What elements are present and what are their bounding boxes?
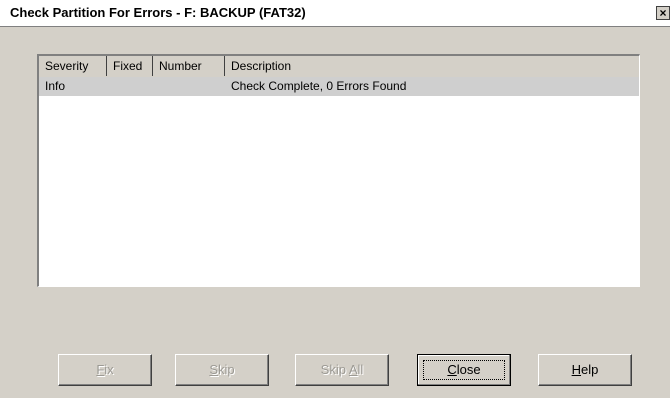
window-title: Check Partition For Errors - F: BACKUP (… bbox=[10, 5, 306, 20]
list-header: Severity Fixed Number Description bbox=[39, 56, 639, 78]
cell-description: Check Complete, 0 Errors Found bbox=[231, 79, 407, 93]
skip-all-button[interactable]: Skip All bbox=[295, 354, 389, 386]
close-icon[interactable]: × bbox=[656, 6, 670, 20]
cell-number bbox=[153, 77, 225, 96]
column-header-fixed[interactable]: Fixed bbox=[107, 56, 153, 76]
cell-fixed bbox=[107, 77, 153, 96]
fix-button-label: Fix bbox=[96, 362, 114, 377]
column-header-description[interactable]: Description bbox=[225, 56, 639, 76]
skip-button-label: Skip bbox=[209, 362, 235, 377]
cell-severity: Info bbox=[45, 79, 66, 93]
help-button[interactable]: Help bbox=[538, 354, 632, 386]
skip-all-button-label: Skip All bbox=[320, 362, 364, 377]
list-item[interactable]: Info Check Complete, 0 Errors Found bbox=[39, 77, 639, 96]
column-header-severity[interactable]: Severity bbox=[39, 56, 107, 76]
column-header-number[interactable]: Number bbox=[153, 56, 225, 76]
help-button-label: Help bbox=[571, 362, 599, 377]
fix-button[interactable]: Fix bbox=[58, 354, 152, 386]
skip-button[interactable]: Skip bbox=[175, 354, 269, 386]
focus-rectangle bbox=[423, 360, 505, 380]
title-bar: Check Partition For Errors - F: BACKUP (… bbox=[0, 0, 670, 27]
close-button[interactable]: Close bbox=[417, 354, 511, 386]
results-list[interactable]: Severity Fixed Number Description Info C… bbox=[37, 54, 640, 287]
